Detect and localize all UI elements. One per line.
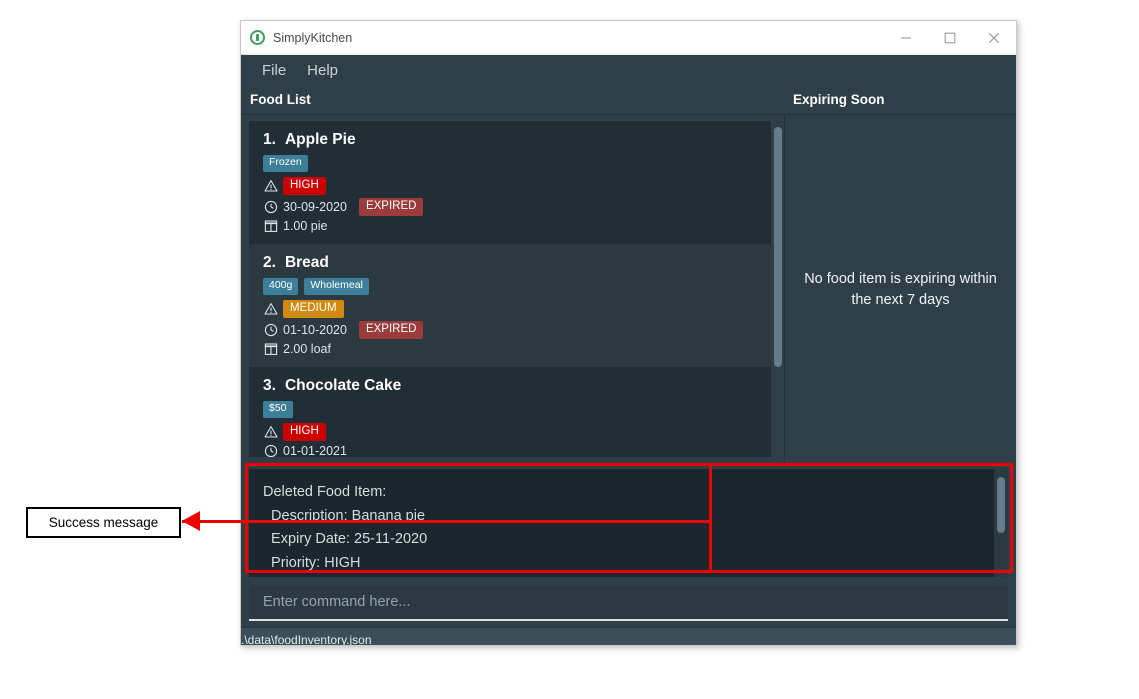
food-item-quantity-row: 2.00 loaf	[263, 342, 757, 357]
annotation-arrow-line	[182, 520, 712, 523]
priority-badge: MEDIUM	[283, 299, 344, 318]
expired-badge: EXPIRED	[358, 197, 424, 216]
app-logo-icon	[250, 30, 265, 45]
quantity-value: 1.00 pie	[283, 219, 328, 234]
food-item-expiry-row: 30-09-2020 EXPIRED	[263, 197, 757, 216]
expiring-soon-header: Expiring Soon	[793, 92, 885, 107]
food-item-title: 1. Apple Pie	[263, 131, 757, 149]
food-list-container[interactable]: 1. Apple Pie Frozen HIGH 30-09-2020 EXPI…	[249, 121, 771, 457]
warning-triangle-icon	[263, 301, 278, 316]
clock-icon	[263, 444, 278, 457]
food-list-item[interactable]: 3. Chocolate Cake $50 HIGH 01-01-2021	[249, 366, 771, 457]
food-list-scrollbar[interactable]	[771, 121, 784, 457]
food-item-tag: Wholemeal	[304, 277, 369, 295]
warning-triangle-icon	[263, 424, 278, 439]
main-split-area: 1. Apple Pie Frozen HIGH 30-09-2020 EXPI…	[241, 115, 1016, 465]
result-box-scrollbar[interactable]	[994, 469, 1008, 577]
food-item-tag: $50	[263, 400, 293, 418]
menu-bar: File Help	[241, 55, 1016, 85]
expiring-soon-panel: No food item is expiring within the next…	[784, 115, 1016, 465]
maximize-button[interactable]	[928, 21, 972, 54]
food-item-title: 2. Bread	[263, 254, 757, 272]
app-title: SimplyKitchen	[273, 30, 353, 45]
result-box-scrollbar-thumb[interactable]	[997, 477, 1005, 533]
food-item-quantity-row: 1.00 pie	[263, 219, 757, 234]
food-item-name: Apple Pie	[284, 131, 356, 148]
food-item-index: 3.	[263, 376, 276, 394]
expiry-date: 01-10-2020	[283, 322, 347, 337]
food-item-tags: 400g Wholemeal	[263, 277, 757, 295]
food-item-priority-row: MEDIUM	[263, 299, 757, 318]
expiring-soon-empty-message: No food item is expiring within the next…	[804, 270, 997, 308]
food-item-tag: 400g	[263, 277, 299, 295]
food-item-priority-row: HIGH	[263, 422, 757, 441]
food-item-name: Chocolate Cake	[284, 376, 402, 394]
food-list-scrollbar-thumb[interactable]	[774, 127, 782, 367]
annotation-label: Success message	[26, 507, 181, 538]
priority-badge: HIGH	[283, 422, 326, 441]
priority-badge: HIGH	[283, 176, 326, 195]
food-item-index: 2.	[263, 253, 276, 271]
food-list-column: 1. Apple Pie Frozen HIGH 30-09-2020 EXPI…	[241, 115, 784, 465]
food-list-item[interactable]: 2. Bread 400g Wholemeal MEDIUM 01-10-202…	[249, 243, 771, 367]
food-item-index: 1.	[263, 131, 276, 148]
food-item-title: 3. Chocolate Cake	[263, 377, 757, 395]
result-text: Deleted Food Item: Description: Banana p…	[263, 484, 428, 571]
quantity-value: 2.00 loaf	[283, 342, 331, 357]
food-item-name: Bread	[284, 253, 329, 271]
clock-icon	[263, 322, 278, 337]
food-item-expiry-row: 01-10-2020 EXPIRED	[263, 320, 757, 339]
expiry-date: 30-09-2020	[283, 199, 347, 214]
clock-icon	[263, 199, 278, 214]
food-list-header: Food List	[250, 92, 311, 107]
title-bar: SimplyKitchen	[241, 21, 1016, 55]
menu-item-help[interactable]: Help	[299, 60, 346, 81]
application-window: SimplyKitchen File Help Food List Expiri…	[240, 20, 1017, 646]
food-list-item[interactable]: 1. Apple Pie Frozen HIGH 30-09-2020 EXPI…	[249, 121, 771, 244]
food-item-expiry-row: 01-01-2021	[263, 444, 757, 457]
status-bar: .\data\foodInventory.json	[241, 627, 1016, 646]
food-item-priority-row: HIGH	[263, 176, 757, 195]
box-icon	[263, 219, 278, 234]
result-box[interactable]: Deleted Food Item: Description: Banana p…	[249, 469, 1008, 577]
annotation-highlight-left-edge	[709, 463, 712, 573]
box-icon	[263, 342, 278, 357]
food-item-tag: Frozen	[263, 155, 308, 172]
minimize-button[interactable]	[884, 21, 928, 54]
screenshot-root: SimplyKitchen File Help Food List Expiri…	[0, 0, 1139, 699]
warning-triangle-icon	[263, 178, 278, 193]
expired-badge: EXPIRED	[358, 320, 424, 339]
menu-item-file[interactable]: File	[254, 60, 294, 81]
command-bar-wrapper	[241, 581, 1016, 627]
food-item-tags: Frozen	[263, 155, 757, 172]
expiry-date: 01-01-2021	[283, 444, 347, 457]
result-box-wrapper: Deleted Food Item: Description: Banana p…	[241, 465, 1016, 581]
food-item-tags: $50	[263, 400, 757, 418]
close-button[interactable]	[972, 21, 1016, 54]
title-bar-left: SimplyKitchen	[241, 30, 884, 45]
window-controls	[884, 21, 1016, 54]
annotation-arrow-head	[182, 511, 200, 531]
status-bar-file-path: .\data\foodInventory.json	[241, 633, 372, 646]
command-input[interactable]	[249, 585, 1008, 621]
panel-header-row: Food List Expiring Soon	[241, 85, 1016, 115]
